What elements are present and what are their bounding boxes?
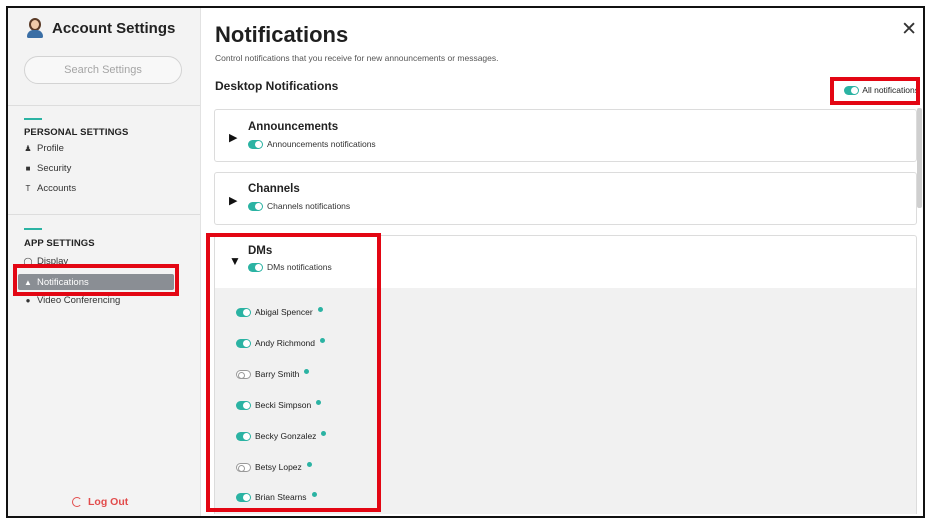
dm-name: Abigal Spencer <box>255 307 313 317</box>
video-icon: ● <box>25 296 31 305</box>
toggle-on-icon[interactable] <box>236 492 251 502</box>
display-icon: ◯ <box>23 257 33 266</box>
group-toggle[interactable]: Announcements notifications <box>248 139 376 149</box>
dm-name: Barry Smith <box>255 369 300 379</box>
group-toggle[interactable]: Channels notifications <box>248 201 350 211</box>
app-title: Account Settings <box>52 19 176 37</box>
sidebar-item-label: Profile <box>37 143 64 154</box>
dm-row[interactable]: Becki Simpson <box>236 400 322 410</box>
status-dot-icon <box>316 400 322 405</box>
group-toggle[interactable]: DMs notifications <box>248 262 332 272</box>
toggle-on-icon[interactable] <box>236 307 251 317</box>
toggle-off-icon[interactable] <box>236 369 251 379</box>
dm-row[interactable]: Becky Gonzalez <box>236 431 327 441</box>
dm-name: Betsy Lopez <box>255 462 302 472</box>
toggle-off-icon[interactable] <box>236 462 251 472</box>
status-dot-icon <box>306 462 312 467</box>
dm-name: Andy Richmond <box>255 338 316 348</box>
caret-down-icon[interactable]: ▼ <box>229 254 241 268</box>
user-icon: ♟ <box>24 144 32 153</box>
section-accent <box>24 228 42 230</box>
toggle-on-icon[interactable] <box>248 262 263 272</box>
sidebar-item-video-conferencing[interactable]: ● Video Conferencing <box>24 295 121 306</box>
group-name: DMs <box>248 245 273 257</box>
section-accent <box>24 118 42 120</box>
toggle-on-icon[interactable] <box>236 338 251 348</box>
dm-row[interactable]: Brian Stearns <box>236 492 317 502</box>
lock-icon: ■ <box>25 164 31 173</box>
sidebar-item-label: Accounts <box>37 183 77 194</box>
app-header: Account Settings <box>26 18 175 38</box>
sidebar-item-security[interactable]: ■ Security <box>24 163 72 174</box>
main-panel: Notifications Control notifications that… <box>202 8 923 516</box>
t-icon: T <box>25 184 31 193</box>
toggle-on-icon[interactable] <box>248 201 263 211</box>
sidebar-item-notifications[interactable]: ▲ Notifications <box>18 274 174 290</box>
caret-right-icon[interactable]: ▶ <box>229 194 237 207</box>
caret-right-icon[interactable]: ▶ <box>229 131 237 144</box>
all-notifications-label: All notifications <box>862 85 919 95</box>
sidebar-item-label: Display <box>37 256 69 267</box>
logout-label: Log Out <box>88 496 129 508</box>
logout-button[interactable]: Log Out <box>72 496 128 508</box>
sidebar-item-label: Security <box>37 163 72 174</box>
group-name: Channels <box>248 183 300 195</box>
divider <box>8 105 200 106</box>
dm-row[interactable]: Andy Richmond <box>236 338 326 348</box>
status-dot-icon <box>320 338 326 343</box>
settings-window: Account Settings PERSONAL SETTINGS ♟ Pro… <box>6 6 925 518</box>
status-dot-icon <box>321 431 327 436</box>
dm-name: Becki Simpson <box>255 400 312 410</box>
bell-icon: ▲ <box>24 277 32 287</box>
all-notifications-toggle[interactable]: All notifications <box>844 85 919 95</box>
status-dot-icon <box>317 307 323 312</box>
group-toggle-label: DMs notifications <box>267 262 332 272</box>
dm-name: Becky Gonzalez <box>255 431 317 441</box>
toggle-on-icon[interactable] <box>236 431 251 441</box>
sidebar-item-accounts[interactable]: T Accounts <box>24 183 77 194</box>
search-input[interactable] <box>24 56 182 84</box>
logout-icon <box>72 497 82 507</box>
dm-row[interactable]: Barry Smith <box>236 369 310 379</box>
close-icon[interactable]: ✕ <box>901 20 917 39</box>
app-settings-title: APP SETTINGS <box>24 238 95 249</box>
toggle-on-icon[interactable] <box>236 400 251 410</box>
personal-settings-title: PERSONAL SETTINGS <box>24 127 129 138</box>
dm-name: Brian Stearns <box>255 492 307 502</box>
group-toggle-label: Channels notifications <box>267 201 351 211</box>
dm-row[interactable]: Betsy Lopez <box>236 462 312 472</box>
page-title: Notifications <box>215 22 349 47</box>
group-card-dms[interactable]: ▼ DMs DMs notifications <box>214 235 917 289</box>
group-toggle-label: Announcements notifications <box>267 139 376 149</box>
dm-row[interactable]: Abigal Spencer <box>236 307 323 317</box>
status-dot-icon <box>304 369 310 374</box>
toggle-on-icon[interactable] <box>844 85 860 95</box>
group-card-channels[interactable]: ▶ Channels Channels notifications <box>214 172 917 225</box>
divider <box>8 214 200 215</box>
scrollbar[interactable] <box>917 108 922 208</box>
page-description: Control notifications that you receive f… <box>215 53 499 63</box>
sidebar-item-label: Notifications <box>37 276 89 288</box>
avatar <box>26 18 44 38</box>
group-card-announcements[interactable]: ▶ Announcements Announcements notificati… <box>214 109 917 162</box>
section-title: Desktop Notifications <box>215 79 339 93</box>
sidebar-item-display[interactable]: ◯ Display <box>23 256 69 267</box>
group-name: Announcements <box>248 121 339 133</box>
sidebar-item-profile[interactable]: ♟ Profile <box>24 143 64 154</box>
sidebar-item-label: Video Conferencing <box>37 295 121 306</box>
dm-list: Abigal Spencer Andy Richmond Barry Smith… <box>214 288 917 514</box>
toggle-on-icon[interactable] <box>248 139 263 149</box>
status-dot-icon <box>311 492 317 497</box>
sidebar: Account Settings PERSONAL SETTINGS ♟ Pro… <box>8 8 201 516</box>
